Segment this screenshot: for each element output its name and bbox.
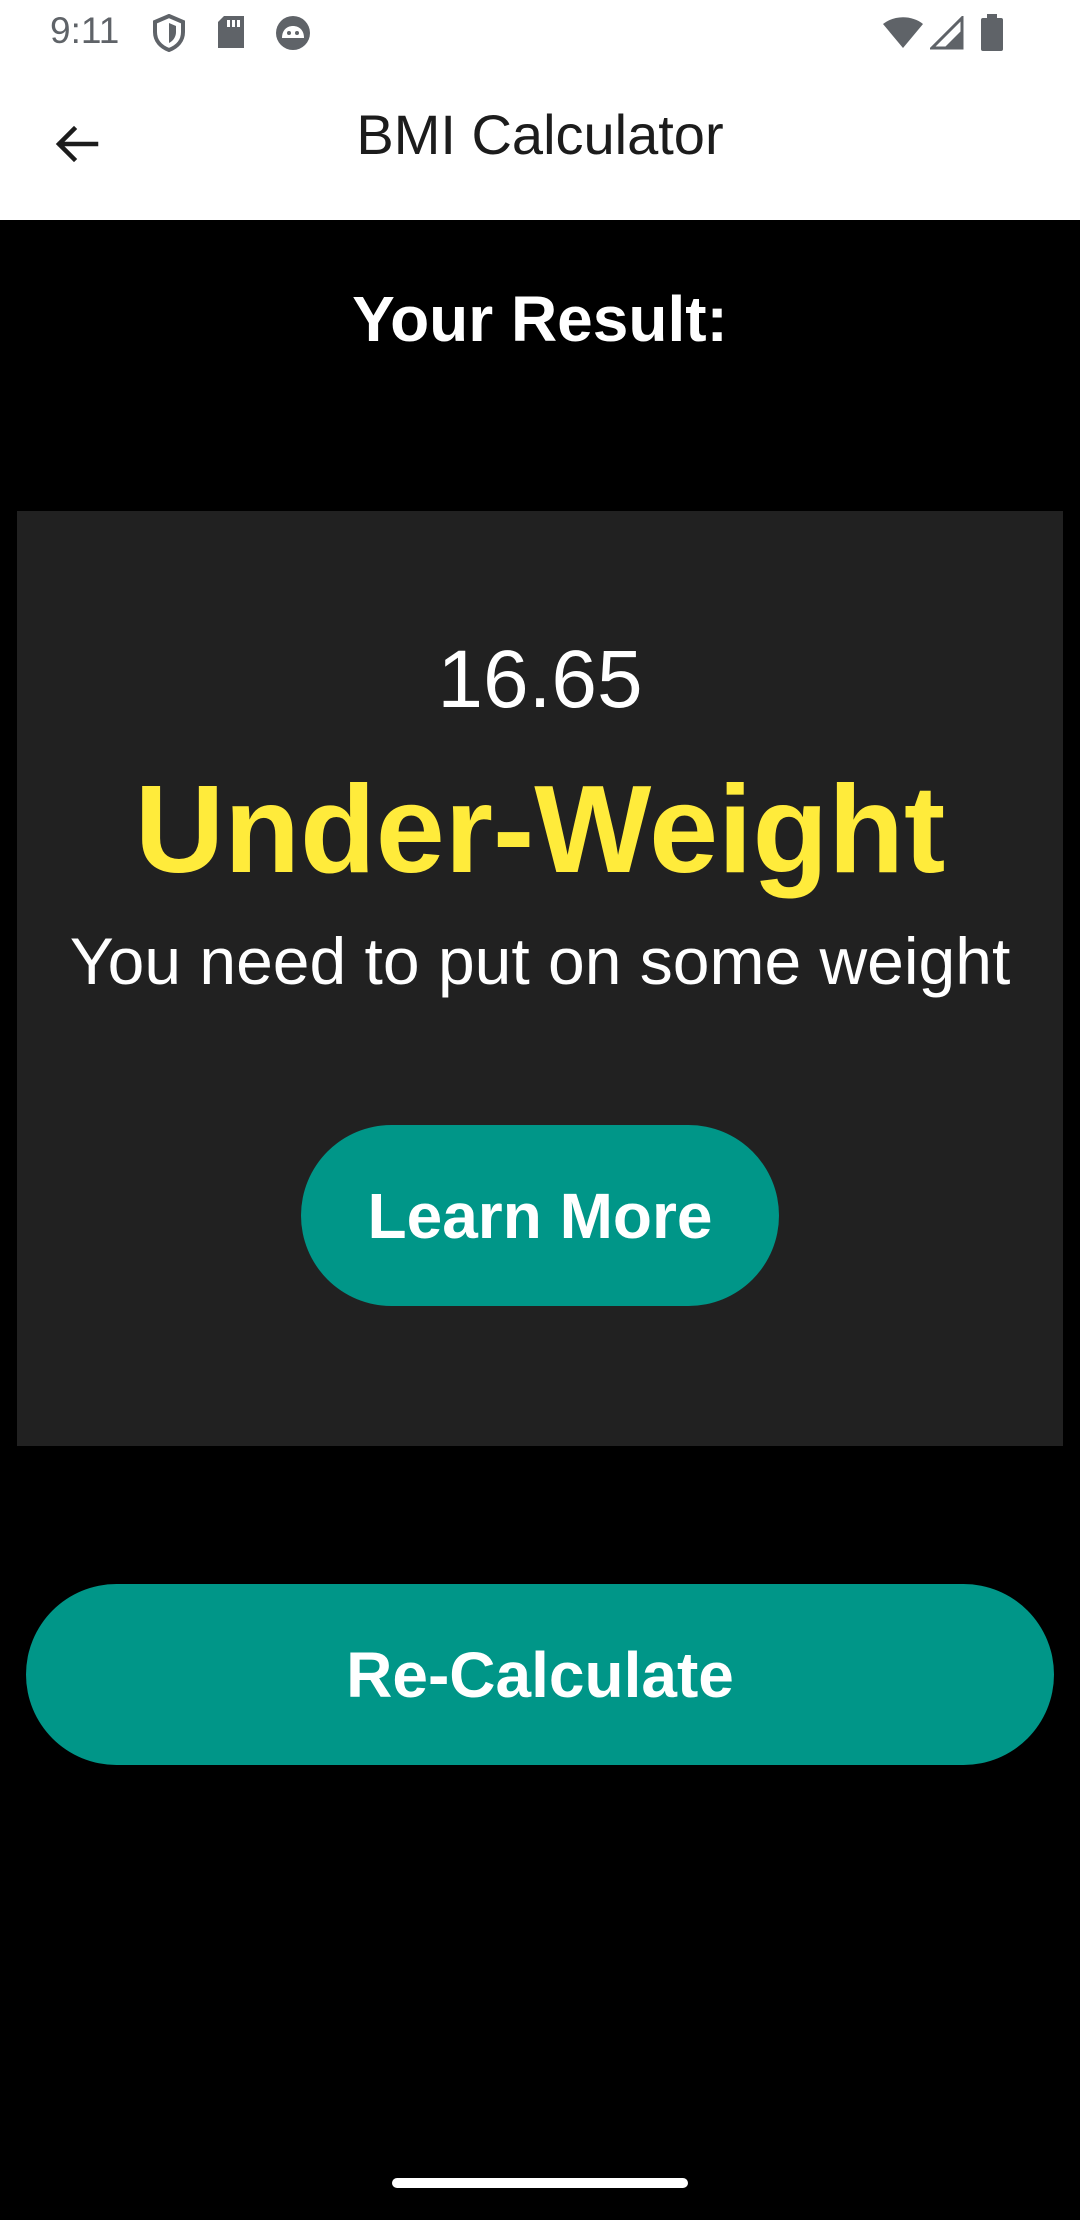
battery-icon	[980, 14, 1004, 57]
shield-icon	[152, 13, 186, 57]
sd-card-icon	[216, 14, 246, 55]
bmi-value: 16.65	[437, 634, 643, 725]
wifi-icon	[882, 16, 924, 55]
result-card: 16.65 Under-Weight You need to put on so…	[17, 511, 1063, 1446]
bmi-category: Under-Weight	[134, 761, 946, 899]
cellular-signal-icon	[928, 14, 964, 55]
status-time: 9:11	[50, 10, 120, 51]
result-heading: Your Result:	[352, 283, 728, 355]
android-debug-icon	[274, 14, 312, 57]
status-bar: 9:11	[0, 0, 1080, 66]
bmi-result-screen: 9:11 BMI Calculator Your Result: 16.65 U…	[0, 0, 1080, 2220]
app-bar: BMI Calculator	[0, 66, 1080, 220]
learn-more-button[interactable]: Learn More	[301, 1125, 779, 1306]
home-indicator[interactable]	[392, 2178, 688, 2188]
page-title: BMI Calculator	[356, 103, 724, 166]
bmi-advice: You need to put on some weight	[69, 924, 1011, 998]
recalculate-button[interactable]: Re-Calculate	[26, 1584, 1054, 1765]
